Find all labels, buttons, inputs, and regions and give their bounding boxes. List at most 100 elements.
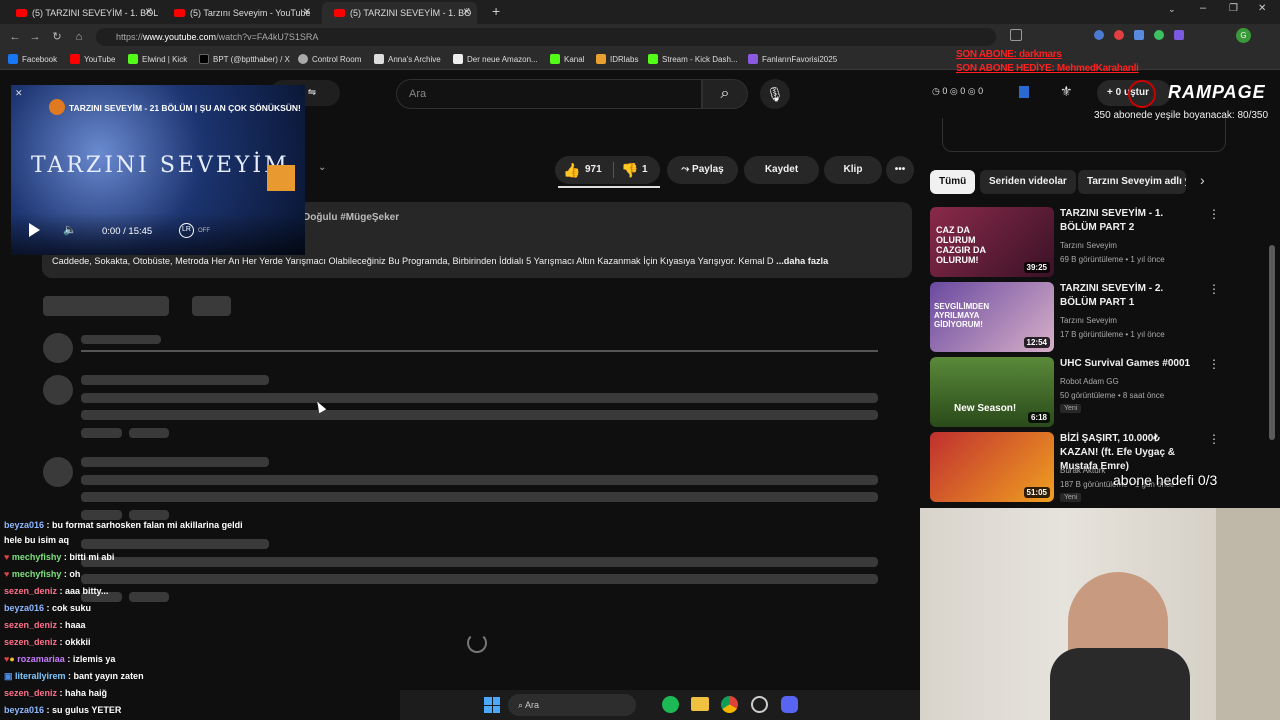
related-video[interactable]: 51:05 BİZİ ŞAŞIRT, 10.000₺ KAZAN! (ft. E…	[930, 432, 1220, 504]
bookmark-fanlarin-favorisi[interactable]: FanlarınFavorisi2025	[748, 53, 837, 67]
minimize-icon[interactable]: –	[1200, 2, 1206, 14]
tab-search-icon[interactable]: ⌄	[1168, 4, 1176, 15]
text-skeleton	[129, 428, 169, 438]
play-icon[interactable]	[29, 223, 40, 237]
share-button[interactable]: ⤳ Paylaş	[667, 156, 738, 184]
search-input[interactable]: Ara	[396, 79, 702, 109]
chat-text: hele bu isim aq	[4, 535, 70, 545]
browser-tab-1[interactable]: (5) TARZINI SEVEYİM - 1. BÖLÜM ✕	[4, 2, 159, 24]
restore-icon[interactable]: ❐	[1229, 3, 1238, 14]
video-menu-icon[interactable]: ⋮	[1208, 282, 1220, 296]
video-channel[interactable]: Tarzını Seveyim	[1060, 241, 1117, 250]
extension-icon[interactable]	[1094, 30, 1104, 40]
extension-icon[interactable]	[1154, 30, 1164, 40]
bookmark-youtube[interactable]: YouTube	[70, 53, 115, 67]
address-bar-row: ← → ↻ ⌂ https://www.youtube.com/watch?v=…	[0, 24, 1280, 50]
mic-icon[interactable]: 🎙	[760, 79, 790, 109]
url-field[interactable]: https://www.youtube.com/watch?v=FA4kU7S1…	[96, 28, 996, 46]
forward-icon[interactable]: →	[26, 28, 44, 46]
reload-icon[interactable]: ↻	[48, 28, 66, 46]
video-thumbnail[interactable]: 51:05	[930, 432, 1054, 502]
lr-toggle-icon[interactable]: LR	[179, 223, 194, 238]
bookmark-kick-dashboard[interactable]: Stream - Kick Dash...	[648, 53, 738, 67]
search-icon[interactable]: ⌕	[702, 79, 748, 109]
home-icon[interactable]: ⌂	[70, 28, 88, 46]
video-channel[interactable]: Tarzını Seveyim	[1060, 316, 1117, 325]
chat-message: beyza016 : su gulus YETER	[4, 705, 122, 715]
video-menu-icon[interactable]: ⋮	[1208, 207, 1220, 221]
more-icon[interactable]: •••	[886, 156, 914, 184]
video-title[interactable]: UHC Survival Games #0001	[1060, 357, 1200, 371]
x-icon	[199, 54, 209, 64]
chat-user: beyza016	[4, 705, 45, 715]
extension-icon[interactable]	[1114, 30, 1124, 40]
bookmark-facebook[interactable]: Facebook	[8, 53, 57, 67]
extension-icon[interactable]	[1174, 30, 1184, 40]
chrome-icon[interactable]	[721, 696, 738, 713]
chat-text: oh	[69, 569, 81, 579]
related-video[interactable]: CAZ DA OLURUM CAZGIR DA OLURUM! 39:25 TAR…	[930, 207, 1220, 279]
video-channel[interactable]: Robot Adam GG	[1060, 377, 1119, 386]
volume-icon[interactable]: 🔈	[63, 223, 77, 236]
file-explorer-icon[interactable]	[691, 697, 709, 711]
bookmark-amazon[interactable]: Der neue Amazon...	[453, 53, 538, 67]
extension-icon[interactable]	[1134, 30, 1144, 40]
show-more-link[interactable]: ...daha fazla	[776, 256, 828, 266]
close-tab-icon[interactable]: ✕	[145, 2, 153, 24]
bookmark-elwind[interactable]: Elwind | Kick	[128, 53, 187, 67]
chevron-right-icon[interactable]: ›	[1200, 172, 1205, 188]
bookmark-bpt[interactable]: BPT (@bptthaber) / X	[199, 53, 290, 67]
video-menu-icon[interactable]: ⋮	[1208, 357, 1220, 371]
bookmark-idrlabs[interactable]: IDRlabs	[596, 53, 638, 67]
close-icon[interactable]: ✕	[15, 88, 23, 99]
cast-icon[interactable]	[1010, 29, 1022, 41]
video-title[interactable]: TARZINI SEVEYİM - 1. BÖLÜM PART 2	[1060, 207, 1200, 235]
video-thumbnail[interactable]: New Season! 6:18	[930, 357, 1054, 427]
video-thumbnail[interactable]: CAZ DA OLURUM CAZGIR DA OLURUM! 39:25	[930, 207, 1054, 277]
sidebar-scrollbar[interactable]	[1269, 245, 1275, 440]
avatar-skeleton	[43, 375, 73, 405]
new-tab-icon[interactable]: +	[492, 3, 500, 19]
profile-avatar[interactable]: G	[1236, 28, 1251, 43]
mini-player[interactable]: ✕ TARZINI SEVEYİM - 21 BÖLÜM | ŞU AN ÇOK…	[11, 85, 305, 255]
dislike-count[interactable]: 1	[642, 156, 648, 184]
bookmark-annas-archive[interactable]: Anna's Archive	[374, 53, 441, 67]
clip-button[interactable]: Klip	[824, 156, 882, 184]
windows-start-icon[interactable]	[484, 697, 500, 713]
chat-text: cok suku	[52, 603, 92, 613]
tab-title: (5) TARZINI SEVEYİM - 1. BÖLÜM	[32, 8, 159, 18]
chat-message: sezen_deniz : okkkii	[4, 637, 91, 647]
taskbar-search[interactable]: ⌕ Ara	[508, 694, 636, 716]
save-button[interactable]: Kaydet	[744, 156, 819, 184]
discord-icon[interactable]	[781, 696, 798, 713]
browser-tab-2[interactable]: (5) Tarzını Seveyim - YouTube ✕	[162, 2, 317, 24]
chip-channel[interactable]: Tarzını Seveyim adlı y	[1078, 170, 1186, 194]
related-video[interactable]: New Season! 6:18 UHC Survival Games #0001…	[930, 357, 1220, 429]
app-icon[interactable]	[751, 696, 768, 713]
video-title[interactable]: TARZINI SEVEYİM - 2. BÖLÜM PART 1	[1060, 282, 1200, 310]
chip-series[interactable]: Seriden videolar	[980, 170, 1076, 194]
spotify-icon[interactable]	[662, 696, 679, 713]
dislike-icon[interactable]: 👎	[621, 156, 638, 184]
close-tab-icon[interactable]: ✕	[463, 2, 471, 24]
related-video[interactable]: SEVGİLİMDEN AYRILMAYA GİDİYORUM! 12:54 TA…	[930, 282, 1220, 354]
chip-all[interactable]: Tümü	[930, 170, 976, 194]
bookmark-control-room[interactable]: Control Room	[298, 53, 361, 67]
close-tab-icon[interactable]: ✕	[303, 2, 311, 24]
browser-tab-3[interactable]: (5) TARZINI SEVEYİM - 1. BÖ ✕	[322, 2, 477, 24]
like-icon[interactable]: 👍	[563, 156, 580, 184]
share-icon: ⤳	[681, 164, 693, 175]
chat-text: haaa	[65, 620, 86, 630]
back-icon[interactable]: ←	[6, 28, 24, 46]
video-channel[interactable]: Burak Aktürk	[1060, 466, 1105, 475]
annas-archive-icon	[374, 54, 384, 64]
close-window-icon[interactable]: ✕	[1258, 3, 1266, 14]
video-thumbnail[interactable]: SEVGİLİMDEN AYRILMAYA GİDİYORUM! 12:54	[930, 282, 1054, 352]
counter-icon: ◎	[967, 86, 979, 96]
bookmark-kanal[interactable]: Kanal	[550, 53, 584, 67]
chat-text: bant yayın zaten	[73, 671, 144, 681]
channel-dropdown-icon[interactable]: ⌄	[318, 162, 326, 173]
new-badge: Yeni	[1060, 493, 1082, 502]
like-count[interactable]: 971	[585, 156, 602, 184]
video-menu-icon[interactable]: ⋮	[1208, 432, 1220, 446]
